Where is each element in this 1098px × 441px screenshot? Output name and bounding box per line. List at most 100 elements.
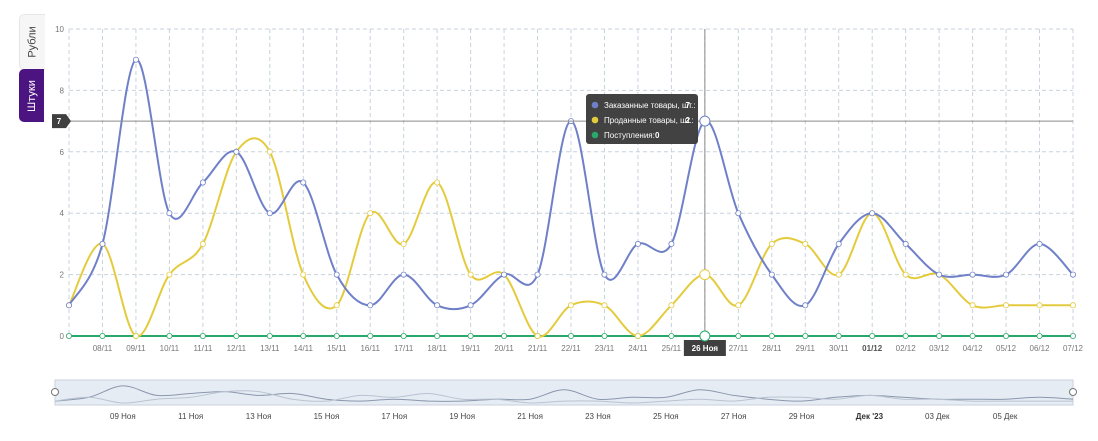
x-tick-label: 27/11	[729, 344, 749, 353]
x-tick-label: 11/11	[193, 344, 212, 353]
chart-grid	[68, 28, 1074, 337]
hover-marker	[699, 115, 711, 127]
crosshair-y-label: 7	[57, 117, 62, 126]
crosshair: 7 26 Ноя	[52, 29, 1073, 356]
tooltip-label: Заказанные товары, шт.:	[604, 101, 696, 110]
data-point	[802, 302, 809, 309]
x-tick-label: 14/11	[294, 344, 314, 353]
hover-marker	[699, 330, 711, 342]
data-point	[601, 302, 608, 309]
navigator-handle-right	[1069, 388, 1077, 396]
tooltip-marker	[591, 116, 599, 124]
data-point	[1003, 302, 1010, 309]
data-point	[400, 240, 407, 247]
x-tick-label: 22/11	[561, 344, 581, 353]
tooltip-label: Поступления:	[604, 131, 655, 140]
data-point	[99, 240, 106, 247]
navigator-tick-label: 11 Ноя	[178, 412, 203, 421]
tooltip-label: Проданные товары, шт.:	[604, 116, 694, 125]
data-point	[668, 240, 675, 247]
x-tick-label: 13/11	[260, 344, 280, 353]
data-point	[668, 332, 675, 339]
data-point	[1070, 332, 1077, 339]
data-point	[1070, 302, 1077, 309]
x-tick-label: 17/11	[394, 344, 414, 353]
data-point	[132, 56, 139, 63]
y-tick-label: 2	[60, 271, 65, 280]
data-point	[869, 210, 876, 217]
navigator-tick-label: 23 Ноя	[585, 412, 611, 421]
x-tick-label: 16/11	[360, 344, 380, 353]
data-point	[66, 302, 73, 309]
data-point	[634, 332, 641, 339]
data-point	[199, 179, 206, 186]
navigator-tick-label: 13 Ноя	[246, 412, 272, 421]
x-tick-label: 25/11	[662, 344, 682, 353]
data-point	[936, 332, 943, 339]
data-point	[768, 332, 775, 339]
x-tick-label: 09/11	[126, 344, 146, 353]
data-point	[400, 271, 407, 278]
data-point	[434, 179, 441, 186]
navigator-handle-left	[51, 388, 59, 396]
data-point	[501, 332, 508, 339]
data-point	[166, 332, 173, 339]
data-point	[936, 271, 943, 278]
y-tick-label: 6	[60, 148, 65, 157]
tooltip-value: 0	[655, 131, 660, 140]
data-point	[132, 332, 139, 339]
navigator-tick-label: 03 Дек	[925, 412, 950, 421]
data-point	[634, 240, 641, 247]
x-tick-label: 10/11	[160, 344, 180, 353]
navigator-tick-label: 09 Ноя	[110, 412, 136, 421]
data-point	[266, 148, 273, 155]
data-point	[902, 332, 909, 339]
x-tick-label: 18/11	[427, 344, 447, 353]
data-point	[534, 332, 541, 339]
x-tick-label: 24/11	[628, 344, 648, 353]
navigator-tick-label: 21 Ноя	[517, 412, 543, 421]
x-tick-label: 07/12	[1063, 344, 1084, 353]
data-point	[434, 332, 441, 339]
line-chart: 0 2 4 6 8 10 08/11 09/11 10/11 11/11 12/11 13/11 14…	[51, 25, 1084, 421]
data-point	[902, 240, 909, 247]
data-point	[568, 302, 575, 309]
data-point	[1036, 332, 1043, 339]
x-tick-label: 04/12	[963, 344, 984, 353]
range-navigator[interactable]: 09 Ноя 11 Ноя 13 Ноя 15 Ноя 17 Ноя 19 Ноя 21 Н…	[51, 379, 1077, 421]
tooltip: Заказанные товары, шт.:7 Проданные товары…	[586, 94, 698, 144]
data-point	[601, 271, 608, 278]
data-point	[534, 271, 541, 278]
data-point	[467, 332, 474, 339]
data-point	[1036, 240, 1043, 247]
data-point	[1003, 271, 1010, 278]
data-point	[668, 302, 675, 309]
data-point	[902, 271, 909, 278]
x-tick-label: 28/11	[762, 344, 782, 353]
y-tick-label: 10	[55, 25, 64, 34]
data-point	[300, 179, 307, 186]
navigator-tick-label: 17 Ноя	[381, 412, 407, 421]
data-point	[467, 271, 474, 278]
x-tick-label: 02/12	[896, 344, 917, 353]
data-point	[1003, 332, 1010, 339]
x-tick-label: 08/11	[93, 344, 113, 353]
data-point	[333, 332, 340, 339]
tooltip-marker	[591, 131, 599, 139]
data-point	[467, 302, 474, 309]
y-tick-label: 8	[60, 86, 65, 95]
x-tick-label: 12/11	[227, 344, 247, 353]
x-tick-label: 01/12	[862, 344, 883, 353]
x-tick-label: 23/11	[595, 344, 615, 353]
data-point	[367, 332, 374, 339]
x-tick-label: 21/11	[528, 344, 548, 353]
data-point	[333, 271, 340, 278]
navigator-tick-label: 05 Дек	[993, 412, 1018, 421]
data-point	[835, 240, 842, 247]
navigator-tick-label: 25 Ноя	[653, 412, 679, 421]
data-point	[501, 271, 508, 278]
x-tick-label: 29/11	[796, 344, 816, 353]
data-point	[802, 240, 809, 247]
data-point	[166, 271, 173, 278]
data-point	[601, 332, 608, 339]
